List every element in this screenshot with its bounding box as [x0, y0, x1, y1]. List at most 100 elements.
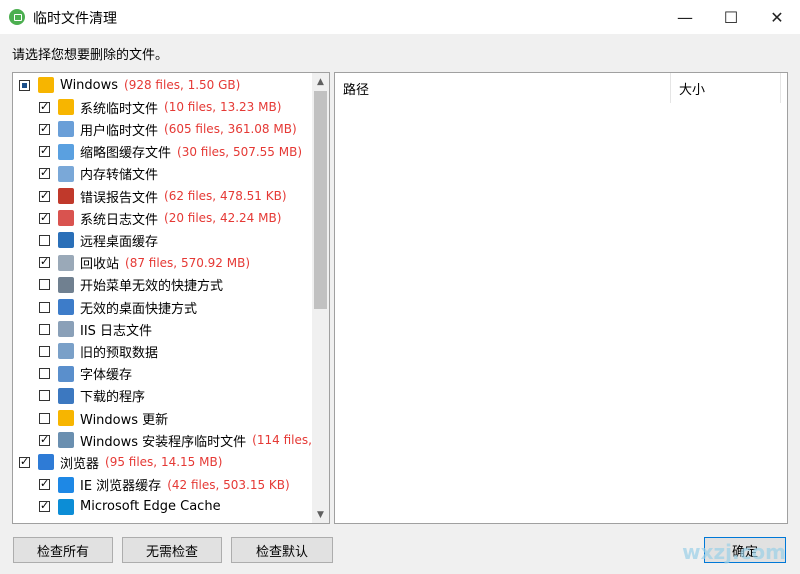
app-lock-icon: [9, 9, 25, 25]
tree-item[interactable]: 回收站 (87 files, 570.92 MB): [13, 252, 313, 274]
tree-item-checkbox[interactable]: [39, 368, 50, 380]
column-header-size[interactable]: 大小: [671, 73, 781, 103]
thumbnail-icon: [58, 143, 74, 160]
scrollbar-thumb[interactable]: [314, 91, 327, 309]
tree-item[interactable]: 系统日志文件 (20 files, 42.24 MB): [13, 207, 313, 229]
tree-item-label: Windows 更新: [80, 412, 169, 428]
scroll-up-arrow-icon[interactable]: ▲: [312, 73, 329, 90]
tree-item-label: 缩略图缓存文件: [80, 146, 172, 162]
tree-item-label: 系统日志文件: [80, 212, 159, 228]
tree-item-count: (20 files, 42.24 MB): [164, 211, 282, 226]
minimize-button[interactable]: —: [662, 0, 708, 34]
tree-item-checkbox[interactable]: [39, 477, 50, 491]
tree-item-label: 远程桌面缓存: [80, 234, 159, 250]
tree-item-count: (10 files, 13.23 MB): [164, 100, 282, 115]
check-all-button[interactable]: 检查所有: [13, 537, 113, 563]
error-report-icon: [58, 188, 74, 204]
installer-temp-icon: [58, 432, 74, 449]
prefetch-icon: [58, 343, 74, 360]
check-default-button[interactable]: 检查默认: [231, 537, 333, 563]
tree-item-count: (62 files, 478.51 KB): [164, 189, 287, 203]
font-cache-icon: [58, 365, 74, 382]
column-header-path[interactable]: 路径: [335, 73, 671, 103]
tree-item[interactable]: 开始菜单无效的快捷方式: [13, 274, 313, 296]
tree-item-checkbox[interactable]: [39, 323, 50, 335]
tree-item-label: Windows: [60, 77, 119, 93]
tree-item-label: Windows 安装程序临时文件: [80, 434, 247, 450]
globe-icon: [38, 454, 54, 471]
category-tree-panel: Windows (928 files, 1.50 GB) 系统临时文件 (10 fil…: [12, 72, 330, 524]
tree-item-checkbox[interactable]: [39, 390, 50, 402]
tree-item-label: 错误报告文件: [80, 190, 159, 206]
tree-item-count: (605 files, 361.08 MB): [164, 122, 297, 137]
check-none-button[interactable]: 无需检查: [122, 537, 222, 563]
recycle-bin-icon: [58, 254, 74, 271]
tree-scrollbar[interactable]: ▲ ▼: [312, 73, 329, 523]
maximize-button[interactable]: ☐: [708, 0, 754, 34]
tree-item-checkbox[interactable]: [39, 166, 50, 180]
windows-update-icon: [58, 410, 74, 426]
tree-item[interactable]: 旧的预取数据: [13, 340, 313, 362]
memory-dump-icon: [58, 165, 74, 182]
tree-item[interactable]: IE 浏览器缓存 (42 files, 503.15 KB): [13, 474, 313, 496]
edge-icon: [58, 498, 74, 515]
tree-item-label: IIS 日志文件: [80, 323, 153, 339]
tree-item-checkbox[interactable]: [39, 144, 50, 158]
tree-item[interactable]: 内存转储文件: [13, 163, 313, 185]
tree-item-checkbox[interactable]: [39, 211, 50, 224]
title-bar: 临时文件清理 — ☐ ✕: [0, 0, 800, 34]
tree-item[interactable]: Microsoft Edge Cache: [13, 496, 313, 518]
tree-item-count: (87 files, 570.92 MB): [125, 255, 251, 270]
tree-item-checkbox[interactable]: [39, 345, 50, 357]
tree-item-checkbox[interactable]: [39, 189, 50, 202]
tree-item-checkbox[interactable]: [19, 79, 30, 91]
tree-item[interactable]: 系统临时文件 (10 files, 13.23 MB): [13, 96, 313, 118]
tree-item-label: 用户临时文件: [80, 123, 159, 139]
tree-item[interactable]: 缩略图缓存文件 (30 files, 507.55 MB): [13, 141, 313, 163]
system-log-icon: [58, 210, 74, 227]
tree-item[interactable]: Windows (928 files, 1.50 GB): [13, 74, 313, 96]
tree-item[interactable]: 用户临时文件 (605 files, 361.08 MB): [13, 118, 313, 140]
close-button[interactable]: ✕: [754, 0, 800, 34]
tree-item[interactable]: 错误报告文件 (62 files, 478.51 KB): [13, 185, 313, 207]
tree-item-checkbox[interactable]: [39, 100, 50, 113]
tree-item-checkbox[interactable]: [39, 412, 50, 424]
tree-item[interactable]: Windows 安装程序临时文件 (114 files, 4: [13, 429, 313, 451]
tree-item[interactable]: 下载的程序: [13, 385, 313, 407]
tree-item[interactable]: IIS 日志文件: [13, 318, 313, 340]
tree-item[interactable]: 远程桌面缓存: [13, 229, 313, 251]
tree-item-label: 字体缓存: [80, 368, 133, 384]
category-tree: Windows (928 files, 1.50 GB) 系统临时文件 (10 fil…: [13, 73, 313, 523]
tree-item[interactable]: 无效的桌面快捷方式: [13, 296, 313, 318]
tree-item-checkbox[interactable]: [39, 433, 50, 446]
tree-item-label: 下载的程序: [80, 390, 146, 406]
tree-item-checkbox[interactable]: [39, 499, 50, 513]
tree-item-checkbox[interactable]: [39, 122, 50, 135]
tree-item-label: 回收站: [80, 257, 120, 273]
tree-item[interactable]: Windows 更新: [13, 407, 313, 429]
tree-item-count: (95 files, 14.15 MB): [105, 455, 223, 470]
file-list-panel: 路径 大小: [334, 72, 788, 524]
iis-log-icon: [58, 321, 74, 338]
tree-item-label: 内存转储文件: [80, 168, 159, 184]
ie-icon: [58, 476, 74, 493]
tree-item-checkbox[interactable]: [39, 255, 50, 269]
tree-item-label: 开始菜单无效的快捷方式: [80, 279, 224, 295]
scroll-down-arrow-icon[interactable]: ▼: [312, 506, 329, 523]
tree-item[interactable]: 字体缓存: [13, 363, 313, 385]
window-title: 临时文件清理: [33, 11, 117, 27]
tree-item-label: 系统临时文件: [80, 101, 159, 117]
tree-item-label: IE 浏览器缓存: [80, 479, 162, 495]
start-menu-shortcut-icon: [58, 276, 74, 293]
tree-item-count: (30 files, 507.55 MB): [177, 144, 303, 159]
tree-item-checkbox[interactable]: [39, 234, 50, 246]
tree-item-label: Microsoft Edge Cache: [80, 499, 221, 515]
tree-item-label: 浏览器: [60, 456, 100, 472]
tree-item[interactable]: 浏览器 (95 files, 14.15 MB): [13, 451, 313, 473]
tree-item-checkbox[interactable]: [39, 279, 50, 291]
tree-item-count: (928 files, 1.50 GB): [124, 78, 241, 92]
tree-item-checkbox[interactable]: [39, 301, 50, 313]
tree-item-checkbox[interactable]: [19, 455, 30, 468]
remote-desktop-icon: [58, 232, 74, 249]
ok-button[interactable]: 确定: [704, 537, 786, 563]
